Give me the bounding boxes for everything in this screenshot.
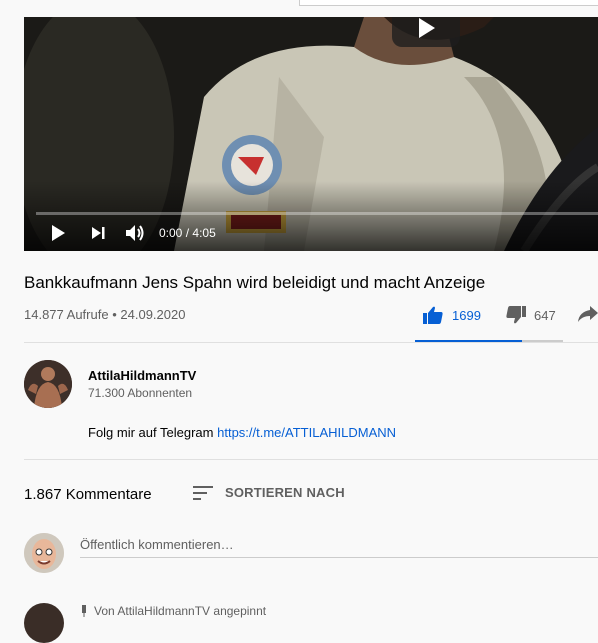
dislike-count: 647: [534, 307, 556, 323]
sort-icon: [193, 485, 213, 500]
description: Folg mir auf Telegram https://t.me/ATTIL…: [88, 425, 396, 440]
like-button[interactable]: 1699: [423, 306, 481, 324]
video-title: Bankkaufmann Jens Spahn wird beleidigt u…: [24, 273, 486, 292]
view-count: 14.877 Aufrufe: [24, 307, 109, 322]
large-play-button[interactable]: [392, 17, 460, 47]
telegram-link[interactable]: https://t.me/ATTILAHILDMANN: [217, 425, 396, 440]
share-button[interactable]: [578, 306, 598, 327]
video-meta: 14.877 Aufrufe • 24.09.2020: [24, 307, 185, 322]
meta-separator: •: [112, 307, 117, 322]
volume-button[interactable]: [124, 221, 146, 245]
user-avatar: [24, 533, 64, 573]
play-icon: [52, 225, 65, 241]
user-avatar-image: [24, 533, 64, 573]
upload-date: 24.09.2020: [120, 307, 186, 322]
subscriber-count: 71.300 Abonnenten: [88, 386, 193, 400]
sort-label: SORTIEREN NACH: [225, 485, 345, 500]
channel-avatar[interactable]: [24, 360, 72, 408]
channel-avatar-image: [24, 360, 72, 408]
duration: 4:05: [192, 226, 216, 240]
divider: [24, 342, 598, 343]
skip-next-icon: [92, 227, 105, 239]
comment-input[interactable]: Öffentlich kommentieren…: [80, 537, 598, 558]
sort-button[interactable]: SORTIEREN NACH: [193, 485, 345, 500]
like-count: 1699: [452, 307, 481, 323]
volume-icon: [126, 225, 144, 241]
divider: [24, 459, 598, 460]
dislike-button[interactable]: 647: [506, 306, 556, 324]
next-button[interactable]: [90, 221, 106, 245]
progress-bar[interactable]: [36, 212, 598, 215]
time-display: 0:00 / 4:05: [159, 226, 216, 240]
pinned-text: Von AttilaHildmannTV angepinnt: [94, 604, 267, 618]
pinned-comment-avatar[interactable]: [24, 603, 64, 643]
channel-name[interactable]: AttilaHildmannTV: [88, 368, 196, 383]
comments-count: 1.867 Kommentare: [24, 486, 152, 503]
description-text: Folg mir auf Telegram: [88, 425, 214, 440]
play-button[interactable]: [50, 221, 66, 245]
thumbs-up-icon: [423, 306, 443, 324]
pinned-label: Von AttilaHildmannTV angepinnt: [80, 604, 266, 618]
current-time: 0:00: [159, 226, 183, 240]
pin-icon: [82, 605, 86, 617]
share-icon: [578, 306, 598, 322]
thumbs-down-icon: [506, 306, 526, 324]
controls-gradient: [24, 181, 598, 251]
search-input[interactable]: [299, 0, 598, 6]
video-player[interactable]: 0:00 / 4:05: [24, 17, 598, 251]
time-separator: /: [185, 226, 190, 240]
top-bar: [0, 0, 598, 17]
